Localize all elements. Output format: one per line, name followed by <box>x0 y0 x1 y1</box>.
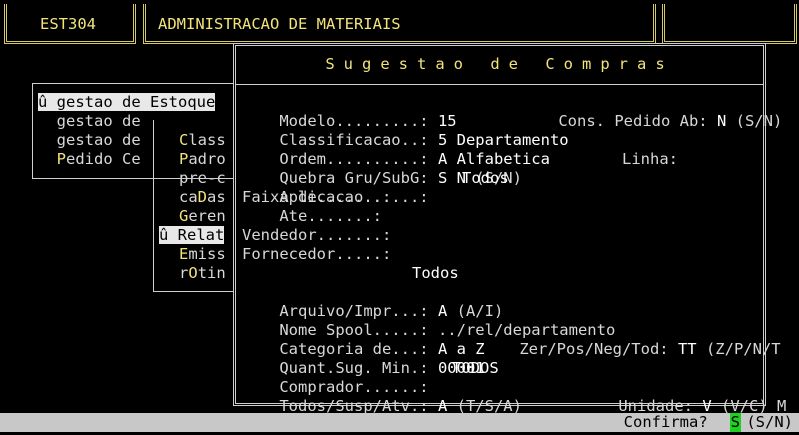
confirm-options: (S/N) <box>737 413 793 431</box>
fornecedor-label: Fornecedor.....: <box>242 245 401 263</box>
zer-options: (Z/P/N/T <box>696 340 781 358</box>
cons-pedido-options: (S/N) <box>726 112 783 130</box>
faixa-label: Faixa de.......: <box>242 188 401 206</box>
fornecedor-field[interactable]: Todos <box>412 264 459 283</box>
main-menu-item-estoque[interactable]: û gestao de Estoque <box>38 93 216 112</box>
submenu-item-cadas[interactable]: caDas <box>179 188 226 207</box>
right-header-box <box>662 4 797 44</box>
submenu-item-emiss[interactable]: Emiss <box>179 245 226 264</box>
title-separator <box>236 84 763 85</box>
aplicacao-field[interactable]: Todos <box>462 169 509 188</box>
main-menu-item-3[interactable]: gestao de <box>38 131 141 150</box>
dialog-title: Sugestao de Compras <box>325 55 674 73</box>
zer-row: Zer/Pos/Neg/Tod: TT (Z/P/N/T <box>482 321 781 378</box>
cons-pedido-label: Cons. Pedido Ab: <box>558 112 717 130</box>
comprador-field[interactable]: TODOS <box>452 359 499 378</box>
module-code: EST304 <box>40 15 96 33</box>
ate-label: Ate.......: <box>242 207 392 225</box>
submenu-item-padro[interactable]: Padro <box>179 150 226 169</box>
zer-label: Zer/Pos/Neg/Tod: <box>519 340 678 358</box>
main-menu-item-2[interactable]: gestao de <box>38 112 141 131</box>
submenu-item-class[interactable]: Class <box>179 131 226 150</box>
app-title: ADMINISTRACAO DE MATERIAIS <box>158 15 401 33</box>
status-bar: Confirma? S (S/N) <box>0 413 799 432</box>
main-menu-item-pedido[interactable]: Pedido Ce <box>38 150 141 169</box>
linha-label: Linha: <box>622 150 678 168</box>
cons-pedido-field[interactable]: N <box>717 112 726 130</box>
submenu-item-prec[interactable]: pre-c <box>179 169 226 188</box>
submenu-item-rotin[interactable]: rOtin <box>179 264 226 283</box>
vendedor-label: Vendedor.......: <box>242 226 401 244</box>
submenu-item-relat[interactable]: û Relat <box>159 226 225 245</box>
confirm-label: Confirma? <box>623 413 717 431</box>
zer-field[interactable]: TT <box>678 340 697 358</box>
sugestao-compras-dialog: Sugestao de Compras Modelo.........: 15 … <box>233 43 786 415</box>
submenu-item-geren[interactable]: Geren <box>179 207 226 226</box>
